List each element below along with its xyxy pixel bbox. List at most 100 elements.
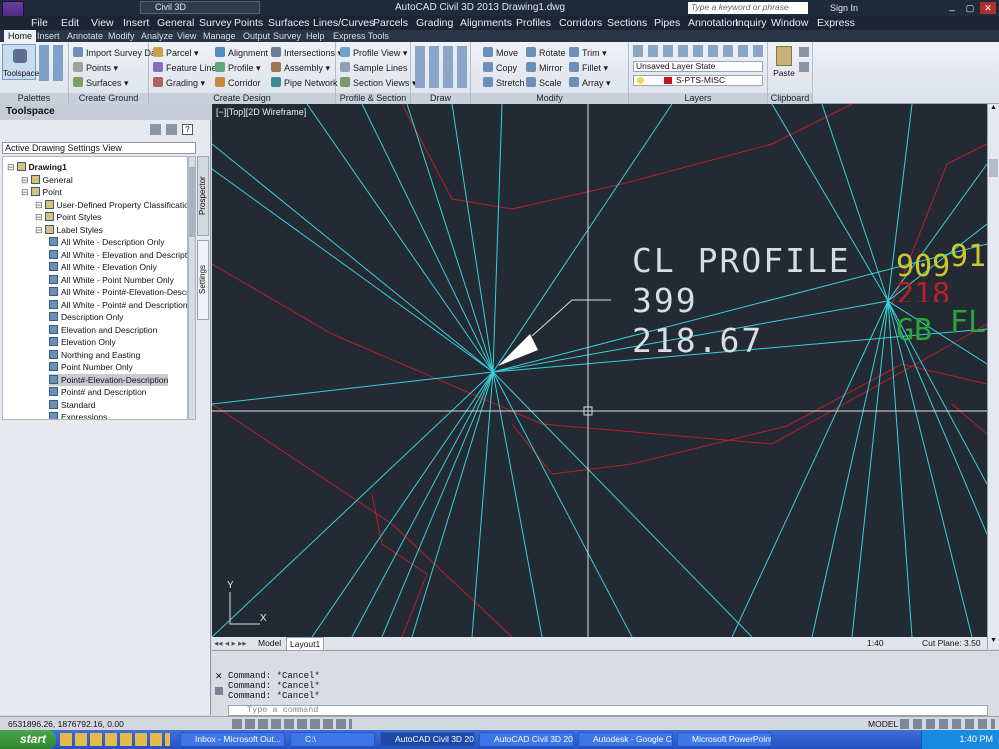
tab-express-tools[interactable]: Express Tools (333, 30, 389, 42)
drawing-viewport[interactable]: [−][Top][2D Wireframe] CL PROFILE 399 21… (212, 104, 987, 637)
tab-modify[interactable]: Modify (108, 30, 135, 42)
taskbar-civil3d-2[interactable]: AutoCAD Civil 3D 201... (479, 732, 574, 747)
tree-item[interactable]: ⊟ Label Styles (35, 224, 103, 236)
menu-points[interactable]: Points (234, 16, 263, 30)
search-input[interactable]: Type a keyword or phrase (688, 2, 808, 14)
array-button[interactable]: Array ▾ (569, 77, 611, 89)
layout-nav-arrows[interactable]: ◂◂ ◂ ▸ ▸▸ (214, 637, 247, 649)
grading-button[interactable]: Grading ▾ (153, 77, 205, 89)
menu-inquiry[interactable]: Inquiry (735, 16, 767, 30)
drawing-svg[interactable] (212, 104, 987, 637)
tab-layout1[interactable]: Layout1 (286, 637, 325, 651)
command-close-icon[interactable]: ✕ (215, 671, 223, 682)
menu-corridors[interactable]: Corridors (559, 16, 602, 30)
copy-clip-icon[interactable] (799, 62, 809, 72)
menu-file[interactable]: File (31, 16, 48, 30)
pipe-network-button[interactable]: Pipe Network (271, 77, 338, 89)
command-settings-icon[interactable] (215, 687, 223, 695)
view-dropdown[interactable]: Active Drawing Settings View (2, 142, 196, 154)
tree-item[interactable]: Northing and Easting (49, 349, 140, 361)
tree-scrollbar[interactable] (188, 156, 196, 420)
tab-annotate[interactable]: Annotate (67, 30, 103, 42)
taskbar-outlook[interactable]: Inbox - Microsoft Out... (180, 732, 285, 747)
tree-item[interactable]: Point# and Description (49, 386, 147, 398)
menu-view[interactable]: View (91, 16, 114, 30)
help-icon[interactable]: ? (182, 124, 193, 135)
layer-tool-row[interactable] (633, 45, 763, 57)
mirror-button[interactable]: Mirror (526, 62, 563, 74)
tree-item[interactable]: Description Only (49, 311, 123, 323)
menu-annotation[interactable]: Annotation (688, 16, 738, 30)
tree-item[interactable]: ⊟ Point (21, 186, 62, 198)
menu-insert[interactable]: Insert (123, 16, 149, 30)
points-button[interactable]: Points ▾ (73, 62, 118, 74)
taskbar-explorer[interactable]: C:\ (290, 732, 375, 747)
profile-button[interactable]: Profile ▾ (215, 62, 261, 74)
tree-item[interactable]: Expressions (49, 411, 107, 419)
tab-view[interactable]: View (177, 30, 196, 42)
command-input[interactable]: Type a command (228, 705, 988, 716)
draw-tool-grid[interactable] (415, 46, 467, 88)
tab-manage[interactable]: Manage (203, 30, 236, 42)
start-button[interactable]: start (0, 730, 56, 749)
tree-item[interactable]: Elevation and Description (49, 324, 157, 336)
layer-state-dropdown[interactable]: Unsaved Layer State (633, 61, 763, 72)
tree-scroll-thumb[interactable] (189, 167, 195, 237)
scale-button[interactable]: Scale (526, 77, 562, 89)
tab-output[interactable]: Output (243, 30, 270, 42)
sample-lines-button[interactable]: Sample Lines (340, 62, 408, 74)
tree-item[interactable]: All White - Description Only (49, 236, 164, 248)
quick-launch-icons[interactable] (60, 733, 170, 746)
sign-in-link[interactable]: Sign In (830, 3, 858, 13)
tab-survey[interactable]: Survey (273, 30, 301, 42)
tree-item[interactable]: ⊟ Drawing1 (7, 161, 67, 173)
tab-settings[interactable]: Settings (197, 240, 209, 320)
rotate-button[interactable]: Rotate (526, 47, 566, 59)
tree-item[interactable]: Elevation Only (49, 336, 116, 348)
scroll-down-arrow-icon[interactable]: ▼ (989, 637, 998, 647)
tree-item[interactable]: Point Number Only (49, 361, 133, 373)
menu-grading[interactable]: Grading (416, 16, 453, 30)
move-button[interactable]: Move (483, 47, 518, 59)
taskbar-chrome[interactable]: Autodesk - Google Ch... (578, 732, 673, 747)
maximize-button[interactable]: ▢ (962, 2, 978, 14)
workspace-dropdown[interactable]: Civil 3D (140, 1, 260, 14)
fillet-button[interactable]: Fillet ▾ (569, 62, 608, 74)
expand-icon[interactable]: ⊟ (21, 187, 29, 197)
expand-icon[interactable]: ⊟ (21, 175, 29, 185)
palette-icon-grid[interactable] (39, 45, 67, 81)
stretch-button[interactable]: Stretch (483, 77, 525, 89)
tree-item[interactable]: All White - Elevation and Description (49, 249, 187, 261)
scroll-up-arrow-icon[interactable]: ▲ (989, 104, 998, 114)
tree-item[interactable]: All White - Point# and Description (49, 299, 187, 311)
layer-dropdown[interactable]: S-PTS-MISC (633, 75, 763, 86)
clock[interactable]: 1:40 PM (959, 734, 993, 744)
paste-button[interactable]: Paste (772, 46, 796, 82)
viewport-scroll-thumb[interactable] (989, 159, 998, 177)
menu-pipes[interactable]: Pipes (654, 16, 680, 30)
cut-icon[interactable] (799, 47, 809, 57)
menu-parcels[interactable]: Parcels (373, 16, 408, 30)
profile-view-button[interactable]: Profile View ▾ (340, 47, 407, 59)
intersections-button[interactable]: Intersections ▾ (271, 47, 342, 59)
refresh-icon[interactable] (150, 124, 161, 135)
tree-toggle-icon[interactable] (166, 124, 177, 135)
surfaces-button[interactable]: Surfaces ▾ (73, 77, 129, 89)
menu-lines-curves[interactable]: Lines/Curves (313, 16, 374, 30)
menu-general[interactable]: General (157, 16, 194, 30)
viewport-scrollbar[interactable]: ▲ ▼ (987, 104, 999, 649)
taskbar-powerpoint[interactable]: Microsoft PowerPoint ... (677, 732, 772, 747)
expand-icon[interactable]: ⊟ (35, 212, 43, 222)
assembly-button[interactable]: Assembly ▾ (271, 62, 330, 74)
tree-item[interactable]: All White - Elevation Only (49, 261, 157, 273)
tab-model[interactable]: Model (258, 637, 281, 649)
model-space-toggle[interactable]: MODEL (868, 719, 898, 729)
alignment-button[interactable]: Alignment ▾ (215, 47, 275, 59)
feature-line-button[interactable]: Feature Line ▾ (153, 62, 224, 74)
tab-analyze[interactable]: Analyze (141, 30, 173, 42)
tree-item[interactable]: All White - Point#-Elevation-Description (49, 286, 187, 298)
tree-item[interactable]: Standard (49, 399, 96, 411)
trim-button[interactable]: Trim ▾ (569, 47, 607, 59)
tree-item[interactable]: ⊟ User-Defined Property Classifications (35, 199, 187, 211)
expand-icon[interactable]: ⊟ (35, 225, 43, 235)
